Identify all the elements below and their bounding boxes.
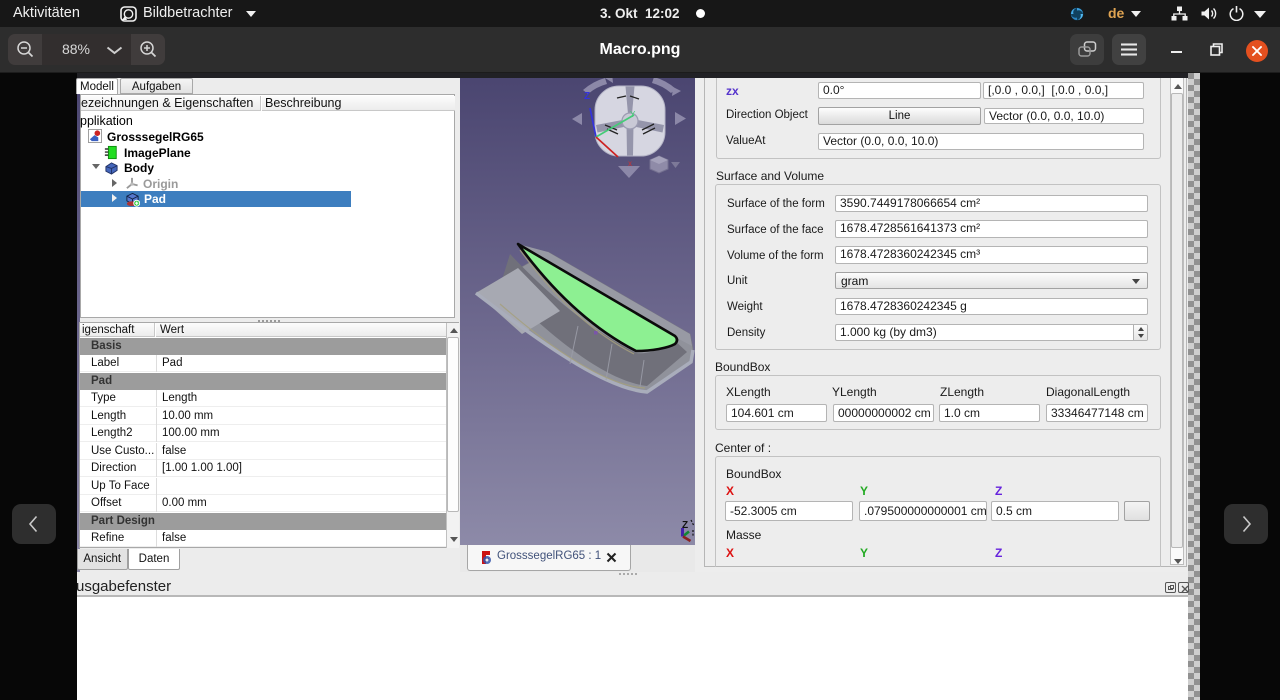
svg-text:Y: Y: [630, 110, 636, 119]
svg-text:Z: Z: [584, 91, 590, 102]
svg-text:x: x: [628, 159, 632, 168]
